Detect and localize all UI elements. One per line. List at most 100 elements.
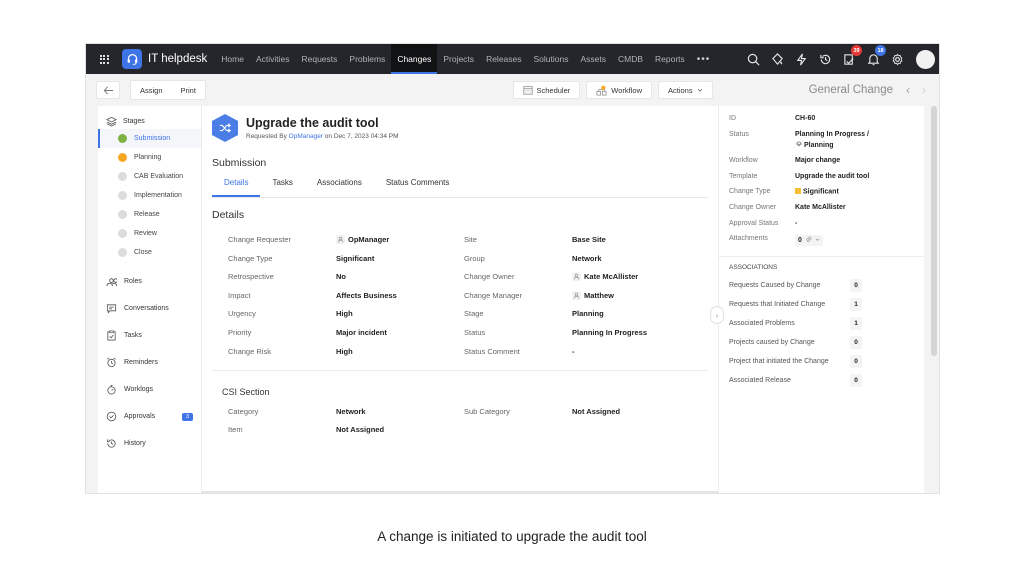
sidebar-item-reminders[interactable]: Reminders (98, 349, 201, 376)
assign-button[interactable]: Assign (131, 81, 172, 99)
associations-list: Requests Caused by Change 0 Requests that … (729, 276, 914, 390)
content-area: Stages Submission Planning CAB Evaluation I… (98, 106, 939, 493)
nav-item-projects[interactable]: Projects (437, 44, 480, 74)
requester-link[interactable]: OpManager (289, 133, 323, 140)
tab-associations[interactable]: Associations (305, 178, 374, 197)
sidebar-item-tasks[interactable]: Tasks (98, 322, 201, 349)
association-item[interactable]: Associated Release 0 (729, 371, 914, 390)
scheduler-button[interactable]: Scheduler (512, 81, 581, 99)
attachments-button[interactable]: 0 (795, 235, 823, 246)
stopwatch-icon (107, 384, 116, 395)
nav-item-problems[interactable]: Problems (343, 44, 391, 74)
associations-title: ASSOCIATIONS (729, 264, 778, 271)
divider (719, 256, 924, 257)
field-value: Planning In Progress (572, 328, 708, 337)
nav-item-releases[interactable]: Releases (480, 44, 527, 74)
stage-status-dot-icon (118, 229, 127, 238)
tab-details[interactable]: Details (212, 178, 261, 197)
previous-record-icon[interactable]: ‹ (903, 83, 913, 97)
back-button[interactable] (96, 81, 120, 99)
stage-item-review[interactable]: Review (98, 224, 201, 243)
sidebar-item-worklogs[interactable]: Worklogs (98, 376, 201, 403)
field-value-text: Base Site (572, 235, 606, 244)
ai-sparkle-icon[interactable] (770, 52, 784, 66)
avatar[interactable] (916, 49, 935, 69)
nav-item-activities[interactable]: Activities (250, 44, 296, 74)
field-value-text: Planning In Progress (572, 327, 648, 337)
stage-label: Planning (134, 154, 162, 161)
tab-status-comments[interactable]: Status Comments (374, 178, 462, 197)
field-label: Status Comment (464, 346, 520, 356)
actions-dropdown[interactable]: Actions (657, 81, 713, 99)
summary-value-text: Significant (803, 188, 839, 196)
nav-item-requests[interactable]: Requests (295, 44, 343, 74)
toolbar-right: Scheduler Workflow Actions General Chang… (512, 81, 930, 99)
summary-value-text: Upgrade the audit tool (795, 172, 870, 180)
association-item[interactable]: Requests Caused by Change 0 (729, 276, 914, 295)
brand[interactable]: IT helpdesk (122, 49, 207, 69)
summary-value-text: Kate McAllister (795, 204, 846, 211)
field-label: Change Requester (228, 235, 291, 244)
summary-value: CH-60 (795, 115, 914, 122)
nav-right-tools: 39 18 (746, 45, 939, 69)
stage-label: Implementation (134, 192, 182, 199)
detail-tabs: Details Tasks Associations Status Comments (212, 178, 708, 198)
nav-item-reports[interactable]: Reports (649, 44, 691, 74)
workflow-button[interactable]: Workflow (586, 81, 652, 99)
field-value: Planning (572, 309, 708, 318)
nav-item-assets[interactable]: Assets (574, 44, 612, 74)
scrollbar[interactable] (931, 106, 937, 356)
field-label: Retrospective (228, 272, 274, 282)
stage-item-planning[interactable]: Planning (98, 148, 201, 167)
stage-item-close[interactable]: Close (98, 243, 201, 262)
stage-status-dot-icon (118, 210, 127, 219)
status-stage-text: Planning (804, 141, 834, 149)
summary-value: Planning In Progress / Planning (795, 131, 914, 149)
stage-icon (795, 140, 804, 149)
field-label: Change Risk (228, 346, 271, 356)
stage-item-release[interactable]: Release (98, 205, 201, 224)
workflow-label: Workflow (611, 85, 642, 95)
print-button[interactable]: Print (171, 81, 205, 99)
gear-icon[interactable] (890, 52, 904, 66)
nav-item-solutions[interactable]: Solutions (528, 44, 575, 74)
more-menu-button[interactable]: ••• (691, 54, 717, 65)
actions-label: Actions (667, 85, 693, 95)
next-record-icon[interactable]: › (919, 83, 929, 97)
approvals-icon[interactable]: 39 (842, 45, 862, 66)
stage-item-implementation[interactable]: Implementation (98, 186, 201, 205)
field-value-text: Affects Business (336, 290, 397, 300)
nav-item-changes[interactable]: Changes (391, 44, 438, 74)
left-panel: Stages Submission Planning CAB Evaluation I… (98, 106, 202, 493)
sidebar-item-approvals[interactable]: Approvals 3 (98, 403, 201, 430)
template-title: General Change (808, 84, 893, 96)
approvals-count-badge: 3 (181, 412, 193, 421)
lightning-icon[interactable] (794, 52, 808, 66)
arrow-left-icon (103, 86, 113, 94)
bell-icon[interactable]: 18 (866, 45, 886, 66)
field-label: Site (464, 235, 477, 244)
collapse-panel-button[interactable]: › (710, 306, 724, 324)
stages-header[interactable]: Stages (98, 114, 201, 129)
association-item[interactable]: Project that initiated the Change 0 (729, 352, 914, 371)
history-icon[interactable] (818, 52, 832, 66)
sidebar-item-conversations[interactable]: Conversations (98, 295, 201, 322)
association-label: Requests that Initiated Change (729, 301, 826, 308)
field-value-text: Planning (572, 309, 604, 319)
search-icon[interactable] (746, 52, 760, 66)
nav-item-home[interactable]: Home (215, 44, 250, 74)
stage-item-cab-evaluation[interactable]: CAB Evaluation (98, 167, 201, 186)
field-value-text: Not Assigned (572, 406, 621, 416)
apps-grid-icon[interactable] (86, 44, 122, 74)
sidebar-item-roles[interactable]: Roles (98, 268, 201, 295)
brand-name: IT helpdesk (148, 53, 208, 65)
association-item[interactable]: Projects caused by Change 0 (729, 333, 914, 352)
tab-tasks[interactable]: Tasks (260, 178, 304, 197)
field-value-text: Significant (336, 253, 375, 263)
stage-item-submission[interactable]: Submission (98, 129, 201, 148)
association-item[interactable]: Associated Problems 1 (729, 314, 914, 333)
association-item[interactable]: Requests that Initiated Change 1 (729, 295, 914, 314)
sidebar-item-history[interactable]: History (98, 430, 201, 457)
summary-value: 0 (795, 235, 914, 246)
nav-item-cmdb[interactable]: CMDB (612, 44, 649, 74)
